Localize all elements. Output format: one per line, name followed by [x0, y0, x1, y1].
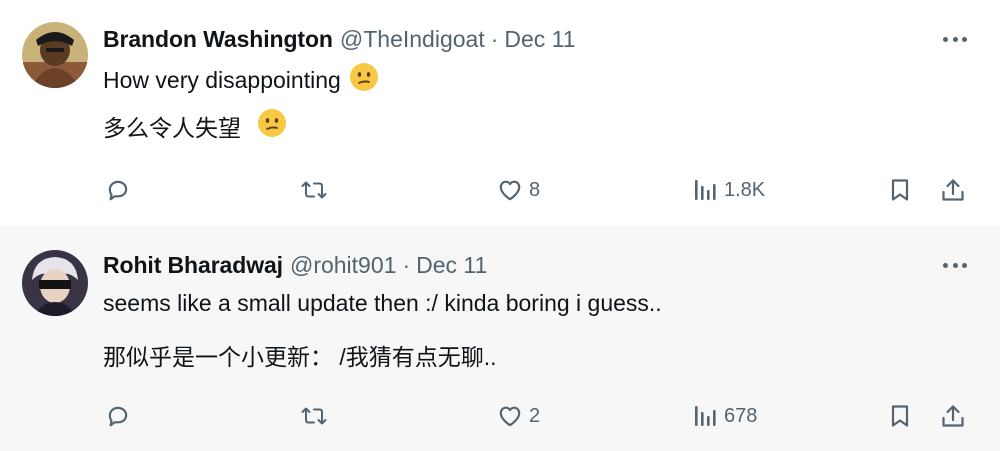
views-icon [694, 403, 718, 429]
post-text: seems like a small update then :/ kinda … [103, 290, 662, 316]
bookmark-icon [888, 177, 912, 203]
post-text-line-1: How very disappointing [103, 62, 379, 98]
post-translation-line: 多么令人失望 [103, 108, 287, 144]
author-handle[interactable]: @rohit901 [290, 252, 396, 279]
post-date[interactable]: Dec 11 [416, 252, 487, 279]
like-count: 2 [529, 404, 541, 427]
repost-button[interactable] [300, 175, 328, 205]
reply-icon [105, 177, 131, 203]
views-icon [694, 177, 718, 203]
like-count: 8 [529, 178, 541, 201]
avatar[interactable] [22, 22, 88, 88]
views-count: 678 [724, 404, 758, 427]
bookmark-button[interactable] [888, 401, 912, 431]
repost-icon [300, 403, 328, 429]
like-button[interactable]: 8 [497, 175, 540, 205]
post-header: Rohit Bharadwaj @rohit901 · Dec 11 [103, 252, 487, 282]
views-button[interactable]: 678 [694, 401, 757, 431]
repost-icon [300, 177, 328, 203]
share-icon [940, 177, 966, 203]
like-icon [497, 403, 523, 429]
action-bar: 8 1.8K [0, 175, 1000, 205]
separator: · [402, 252, 411, 278]
like-button[interactable]: 2 [497, 401, 540, 431]
avatar[interactable] [22, 250, 88, 316]
post-translation-line: 那似乎是一个小更新： /我猜有点无聊.. [103, 338, 497, 372]
more-icon[interactable] [943, 36, 967, 42]
post-rohit-bharadwaj[interactable]: Rohit Bharadwaj @rohit901 · Dec 11 seems… [0, 226, 1000, 451]
bookmark-button[interactable] [888, 175, 912, 205]
action-bar: 2 678 [0, 401, 1000, 431]
author-handle[interactable]: @TheIndigoat [340, 26, 485, 53]
post-brandon-washington[interactable]: Brandon Washington @TheIndigoat · Dec 11… [0, 0, 1000, 226]
views-count: 1.8K [724, 178, 766, 201]
post-text: How very disappointing [103, 66, 341, 93]
share-button[interactable] [940, 175, 966, 205]
post-text-line-1: seems like a small update then :/ kinda … [103, 290, 662, 317]
confused-face-emoji [349, 62, 379, 98]
author-name[interactable]: Rohit Bharadwaj [103, 252, 283, 279]
reply-button[interactable] [105, 175, 131, 205]
reply-button[interactable] [105, 401, 131, 431]
separator: · [490, 26, 499, 52]
post-date[interactable]: Dec 11 [504, 26, 575, 53]
bookmark-icon [888, 403, 912, 429]
more-icon[interactable] [943, 262, 967, 268]
post-translation: 那似乎是一个小更新： /我猜有点无聊.. [103, 344, 497, 370]
post-header: Brandon Washington @TheIndigoat · Dec 11 [103, 26, 576, 56]
views-button[interactable]: 1.8K [694, 175, 765, 205]
author-name[interactable]: Brandon Washington [103, 26, 333, 53]
confused-face-emoji [257, 108, 287, 144]
repost-button[interactable] [300, 401, 328, 431]
share-button[interactable] [940, 401, 966, 431]
like-icon [497, 177, 523, 203]
post-translation: 多么令人失望 [103, 115, 241, 141]
share-icon [940, 403, 966, 429]
reply-icon [105, 403, 131, 429]
